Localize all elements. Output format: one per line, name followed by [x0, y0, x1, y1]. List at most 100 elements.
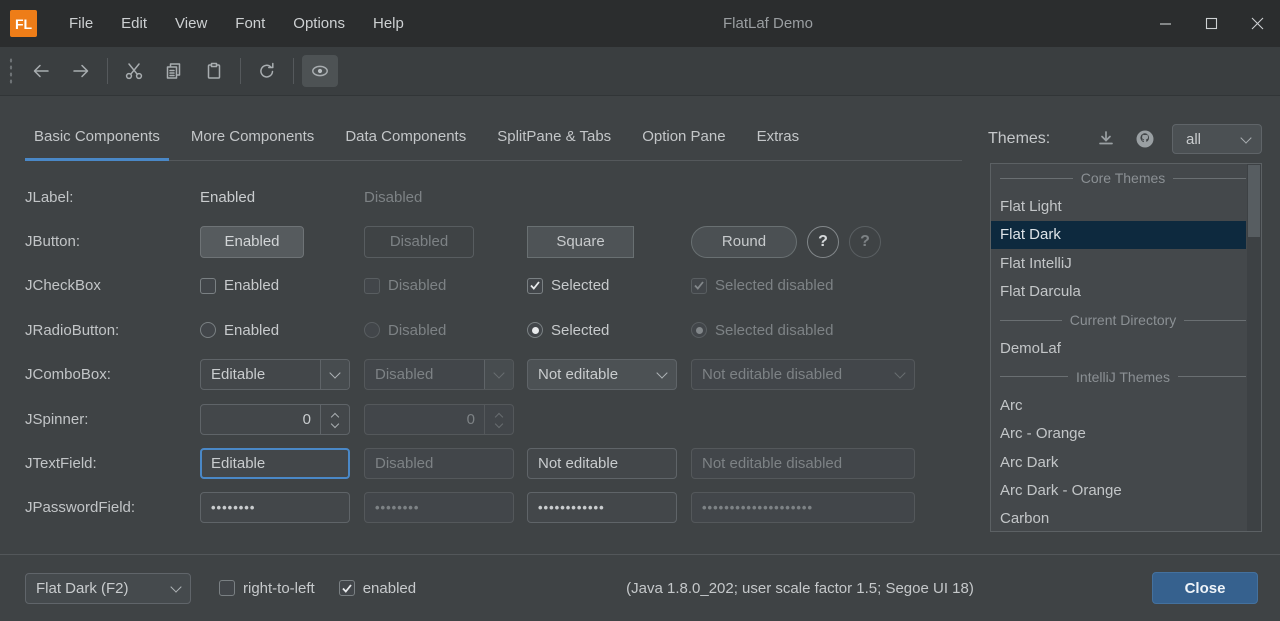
radio-enabled[interactable]: Enabled — [200, 322, 279, 339]
theme-list-item[interactable]: Flat IntelliJ — [991, 249, 1246, 277]
chevron-down-icon — [886, 360, 914, 389]
spinner-buttons[interactable] — [320, 405, 349, 434]
combobox-not-editable[interactable]: Not editable — [527, 359, 677, 390]
chevron-down-icon[interactable] — [162, 574, 190, 603]
paste-button[interactable] — [196, 55, 232, 87]
toolbar-separator — [293, 58, 294, 84]
spinner-buttons — [484, 405, 513, 434]
forward-button[interactable] — [63, 55, 99, 87]
maximize-button[interactable] — [1188, 0, 1234, 47]
download-icon — [1096, 129, 1116, 149]
theme-list-item[interactable]: Carbon — [991, 505, 1246, 532]
checkbox-enabled[interactable]: Enabled — [200, 277, 279, 294]
jtextfield-row-label: JTextField: — [25, 455, 200, 472]
textfield-not-editable[interactable]: Not editable — [527, 448, 677, 479]
laf-combobox[interactable]: Flat Dark (F2) — [25, 573, 191, 604]
paste-icon — [204, 61, 224, 81]
tab[interactable]: Extras — [748, 112, 809, 160]
back-button[interactable] — [23, 55, 59, 87]
theme-list-item[interactable]: Flat Dark — [991, 221, 1246, 249]
themes-list-rows: Core ThemesFlat LightFlat DarkFlat Intel… — [991, 164, 1261, 532]
close-window-button[interactable] — [1234, 0, 1280, 47]
theme-list-item[interactable]: Current Directory — [991, 306, 1246, 334]
copy-button[interactable] — [156, 55, 192, 87]
window-controls — [1142, 0, 1280, 47]
github-button[interactable] — [1134, 128, 1156, 150]
menu-item[interactable]: Options — [279, 0, 359, 47]
close-button[interactable]: Close — [1152, 572, 1258, 604]
menu-item[interactable]: File — [55, 0, 107, 47]
toolbar — [0, 47, 1280, 96]
theme-list-item[interactable]: Arc Dark - Orange — [991, 476, 1246, 504]
themes-header: Themes: all — [988, 124, 1262, 154]
tab-bar: Basic Components More Components Data Comp… — [25, 112, 962, 161]
tab[interactable]: Data Components — [336, 112, 475, 160]
jcheckbox-row-label: JCheckBox — [25, 277, 200, 294]
theme-list-item[interactable]: Arc Dark — [991, 448, 1246, 476]
theme-list-item[interactable]: Core Themes — [991, 164, 1246, 192]
theme-list-item[interactable]: Flat Darcula — [991, 278, 1246, 306]
refresh-button[interactable] — [249, 55, 285, 87]
chevron-down-icon[interactable] — [648, 360, 676, 389]
jlabel-row-label: JLabel: — [25, 189, 200, 206]
scrollbar-thumb[interactable] — [1248, 165, 1260, 237]
theme-list-item[interactable]: Arc — [991, 391, 1246, 419]
cut-button[interactable] — [116, 55, 152, 87]
combobox-editable[interactable]: Editable — [200, 359, 350, 390]
checkbox-checked-icon — [691, 278, 707, 294]
download-theme-button[interactable] — [1096, 129, 1116, 149]
chevron-down-icon[interactable] — [331, 420, 339, 428]
menu-item[interactable]: Help — [359, 0, 418, 47]
help-button[interactable]: ? — [807, 226, 839, 258]
basic-components-panel: JLabel: Enabled Disabled JButton: Enable… — [25, 175, 925, 530]
radio-selected[interactable]: Selected — [527, 322, 609, 339]
tab[interactable]: Basic Components — [25, 112, 169, 160]
theme-list-item[interactable]: Flat Light — [991, 192, 1246, 220]
show-hidden-toggle-button[interactable] — [302, 55, 338, 87]
theme-list-item[interactable]: Arc - Orange — [991, 420, 1246, 448]
square-button[interactable]: Square — [527, 226, 634, 258]
spinner-enabled[interactable]: 0 — [200, 404, 350, 435]
passwordfield-not-editable-disabled: •••••••••••••••••••• — [691, 492, 915, 523]
jlabel-enabled: Enabled — [200, 189, 255, 206]
minimize-icon — [1159, 17, 1172, 30]
checkbox-checked-icon — [527, 278, 543, 294]
github-icon — [1134, 128, 1156, 150]
menu-item[interactable]: View — [161, 0, 221, 47]
round-button[interactable]: Round — [691, 226, 797, 258]
themes-list: Core ThemesFlat LightFlat DarkFlat Intel… — [990, 163, 1262, 532]
menu-item[interactable]: Font — [221, 0, 279, 47]
theme-filter-value: all — [1186, 131, 1201, 148]
textfield-editable[interactable]: Editable — [200, 448, 350, 479]
tab[interactable]: SplitPane & Tabs — [488, 112, 620, 160]
checkbox-selected[interactable]: Selected — [527, 277, 609, 294]
theme-list-item[interactable]: IntelliJ Themes — [991, 363, 1246, 391]
checkbox-icon — [364, 278, 380, 294]
enabled-button[interactable]: Enabled — [200, 226, 304, 258]
jbutton-row-label: JButton: — [25, 233, 200, 250]
radio-selected-icon — [691, 322, 707, 338]
chevron-down-icon[interactable] — [320, 360, 349, 389]
passwordfield-editable[interactable]: •••••••• — [200, 492, 350, 523]
minimize-button[interactable] — [1142, 0, 1188, 47]
themes-label: Themes: — [988, 130, 1050, 148]
radio-disabled: Disabled — [364, 322, 446, 339]
disabled-button: Disabled — [364, 226, 474, 258]
themes-scrollbar[interactable] — [1247, 164, 1261, 531]
refresh-icon — [257, 61, 277, 81]
tab[interactable]: More Components — [182, 112, 323, 160]
menu-item[interactable]: Edit — [107, 0, 161, 47]
toolbar-grip[interactable] — [9, 57, 13, 85]
radio-icon — [200, 322, 216, 338]
close-icon — [1251, 17, 1264, 30]
checkbox-icon — [219, 580, 235, 596]
combobox-not-editable-disabled: Not editable disabled — [691, 359, 915, 390]
theme-filter-combobox[interactable]: all — [1172, 124, 1262, 154]
jspinner-row-label: JSpinner: — [25, 411, 200, 428]
theme-list-item[interactable]: DemoLaf — [991, 334, 1246, 362]
tab[interactable]: Option Pane — [633, 112, 734, 160]
passwordfield-not-editable[interactable]: •••••••••••• — [527, 492, 677, 523]
right-to-left-checkbox[interactable]: right-to-left — [219, 580, 315, 597]
enabled-checkbox[interactable]: enabled — [339, 580, 416, 597]
titlebar: FL FileEditViewFontOptionsHelp FlatLaf D… — [0, 0, 1280, 47]
